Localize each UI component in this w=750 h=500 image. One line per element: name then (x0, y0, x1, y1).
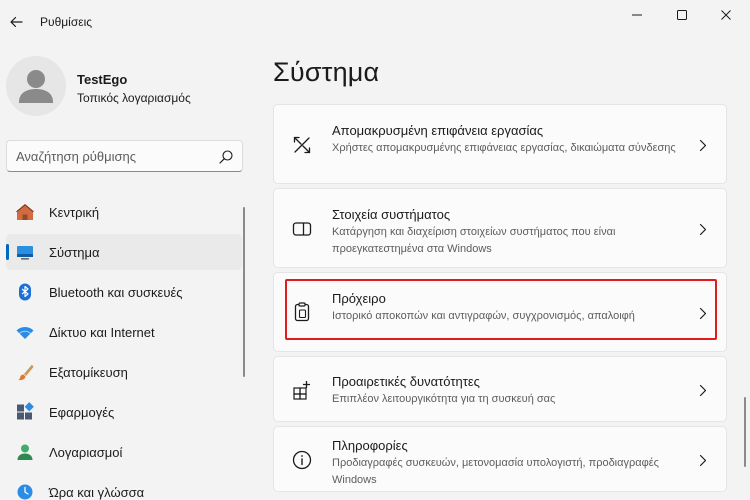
sidebar-item-home[interactable]: Κεντρική (6, 194, 242, 230)
sidebar-item-personalization[interactable]: Εξατομίκευση (6, 354, 242, 390)
optional-features-icon (291, 379, 313, 401)
time-language-icon (15, 482, 35, 500)
account-type: Τοπικός λογαριασμός (77, 91, 191, 105)
chevron-right-icon (697, 453, 709, 467)
card-description: Προδιαγραφές συσκευών, μετονομασία υπολο… (332, 457, 659, 486)
card-clipboard[interactable]: Πρόχειρο Ιστορικό αποκοπών και αντιγραφώ… (273, 272, 727, 352)
remote-desktop-icon (291, 134, 313, 156)
search-icon[interactable] (218, 149, 234, 165)
sidebar-item-label: Κεντρική (49, 204, 100, 220)
sidebar-item-label: Λογαριασμοί (49, 444, 123, 460)
card-description: Χρήστες απομακρυσμένης επιφάνειας εργασί… (332, 142, 676, 154)
sidebar-item-apps[interactable]: Εφαρμογές (6, 394, 242, 430)
maximize-icon (677, 10, 687, 20)
user-name: TestEgo (77, 72, 128, 87)
info-icon (291, 449, 313, 471)
apps-icon (15, 402, 35, 422)
main-scrollbar[interactable] (744, 397, 746, 467)
bluetooth-icon (15, 282, 35, 302)
close-icon (721, 10, 731, 20)
back-button[interactable] (4, 10, 28, 34)
sidebar-item-accounts[interactable]: Λογαριασμοί (6, 434, 242, 470)
home-icon (15, 202, 35, 222)
system-icon (15, 242, 35, 262)
window-title: Ρυθμίσεις (40, 15, 93, 29)
chevron-right-icon (697, 138, 709, 152)
title-bar: Ρυθμίσεις (0, 0, 750, 44)
card-title: Προαιρετικές δυνατότητες (332, 374, 480, 389)
card-title: Πρόχειρο (332, 291, 386, 306)
sidebar-item-label: Bluetooth και συσκευές (49, 284, 183, 300)
clipboard-icon (291, 301, 313, 323)
settings-list: Απομακρυσμένη επιφάνεια εργασίας Χρήστες… (273, 104, 727, 496)
user-avatar-icon (19, 70, 53, 103)
sidebar-item-label: Ώρα και γλώσσα (49, 484, 145, 500)
search-box[interactable] (6, 140, 243, 172)
card-title: Απομακρυσμένη επιφάνεια εργασίας (332, 123, 544, 138)
system-components-icon (291, 218, 313, 240)
sidebar-item-time-language[interactable]: Ώρα και γλώσσα (6, 474, 242, 500)
minimize-icon (632, 14, 642, 16)
sidebar-item-label: Εξατομίκευση (49, 364, 128, 380)
page-title: Σύστημα (273, 57, 380, 87)
sidebar-item-label: Δίκτυο και Internet (49, 324, 155, 340)
close-button[interactable] (714, 6, 738, 24)
card-system-components[interactable]: Στοιχεία συστήματος Κατάργηση και διαχεί… (273, 188, 727, 268)
avatar (6, 56, 66, 116)
sidebar-item-label: Εφαρμογές (49, 404, 115, 420)
card-remote-desktop[interactable]: Απομακρυσμένη επιφάνεια εργασίας Χρήστες… (273, 104, 727, 184)
maximize-button[interactable] (670, 6, 694, 24)
chevron-right-icon (697, 383, 709, 397)
card-optional-features[interactable]: Προαιρετικές δυνατότητες Επιπλέον λειτου… (273, 356, 727, 422)
card-description: Επιπλέον λειτουργικότητα για τη συσκευή … (332, 393, 556, 405)
search-input[interactable] (16, 147, 211, 165)
chevron-right-icon (697, 222, 709, 236)
sidebar-item-network[interactable]: Δίκτυο και Internet (6, 314, 242, 350)
brush-icon (15, 362, 35, 382)
chevron-right-icon (697, 306, 709, 320)
card-description: Κατάργηση και διαχείριση στοιχείων συστή… (332, 226, 616, 255)
card-description: Ιστορικό αποκοπών και αντιγραφών, συγχρο… (332, 310, 635, 322)
user-profile[interactable]: TestEgo Τοπικός λογαριασμός (6, 56, 266, 118)
sidebar-item-bluetooth[interactable]: Bluetooth και συσκευές (6, 274, 242, 310)
card-about[interactable]: Πληροφορίες Προδιαγραφές συσκευών, μετον… (273, 426, 727, 492)
back-arrow-icon (10, 16, 23, 28)
sidebar-item-label: Σύστημα (49, 244, 100, 260)
accounts-icon (15, 442, 35, 462)
card-title: Πληροφορίες (332, 438, 408, 453)
sidebar-item-system[interactable]: Σύστημα (6, 234, 242, 270)
minimize-button[interactable] (625, 6, 649, 24)
wifi-icon (15, 322, 35, 342)
card-title: Στοιχεία συστήματος (332, 207, 451, 222)
sidebar-scrollbar[interactable] (243, 207, 245, 377)
sidebar-nav: Κεντρική Σύστημα Bluetooth και συσκευές (6, 194, 242, 500)
